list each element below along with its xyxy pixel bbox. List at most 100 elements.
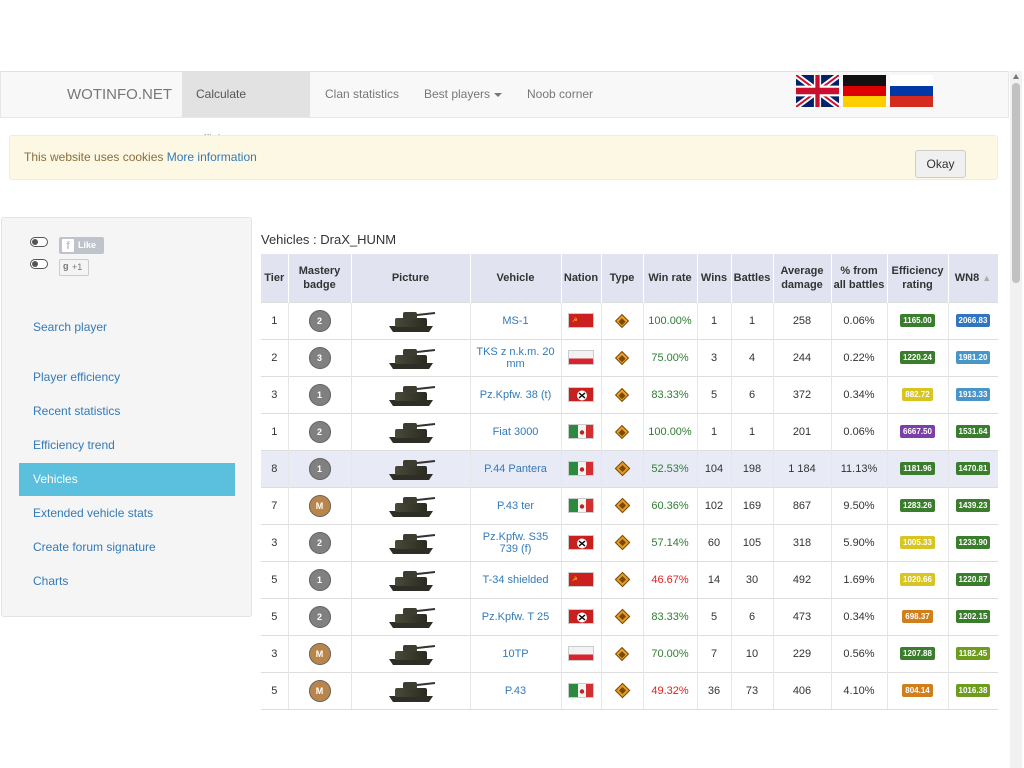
google-plus-button[interactable]: g +1 xyxy=(59,259,89,276)
cell-vehicle-pz38t: Pz.Kpfw. 38 (t) xyxy=(470,375,562,413)
col-header-mastery-badge[interactable]: Mastery badge xyxy=(288,254,352,302)
cookie-okay-button[interactable]: Okay xyxy=(915,150,966,178)
cell-average-damage: 1 184 xyxy=(773,449,832,487)
efficiency-badge: 1181.96 xyxy=(900,462,935,475)
mastery-level: 2 xyxy=(316,315,322,326)
cell-pct-battles: 0.06% xyxy=(831,412,888,450)
cell-battles: 169 xyxy=(731,486,774,524)
nav-calculate-efficiency[interactable]: Calculate efficiency xyxy=(182,72,310,146)
russian-flag-icon[interactable] xyxy=(890,75,933,107)
sidebar-item-efficiency-trend[interactable]: Efficiency trend xyxy=(19,429,235,462)
col-header-battles[interactable]: Battles xyxy=(731,254,774,302)
toggle-switch-fb[interactable] xyxy=(30,237,48,247)
cell-efficiency: 1020.66 xyxy=(887,560,949,598)
light-tank-icon xyxy=(614,646,630,661)
col-header-pct-from-all-battles[interactable]: % from all battles xyxy=(831,254,888,302)
cell-wins: 1 xyxy=(697,301,732,339)
cell-wins: 60 xyxy=(697,523,732,561)
german-flag-icon[interactable] xyxy=(843,75,886,107)
vehicle-link[interactable]: Pz.Kpfw. 38 (t) xyxy=(480,389,552,401)
cell-tier: 2 xyxy=(261,338,289,376)
vehicle-link[interactable]: Pz.Kpfw. S35 739 (f) xyxy=(483,531,548,555)
table-row: 8 1 P.44 Pantera 52.53% 104 198 1 184 11.13% 118… xyxy=(261,449,998,487)
scroll-up-arrow-icon[interactable] xyxy=(1013,74,1019,79)
vehicle-link[interactable]: Fiat 3000 xyxy=(493,426,539,438)
tank-picture-icon xyxy=(388,348,435,369)
sidebar-item-vehicles[interactable]: Vehicles xyxy=(19,463,235,496)
chevron-down-icon xyxy=(494,92,503,97)
brand-logo[interactable]: WOTINFO.NET xyxy=(67,86,172,103)
cell-picture xyxy=(351,560,471,598)
germany-flag-icon xyxy=(568,609,594,624)
vehicle-link[interactable]: P.44 Pantera xyxy=(484,463,547,475)
cell-vehicle-tks: TKS z n.k.m. 20 mm xyxy=(470,338,562,376)
mastery-badge-icon: 2 xyxy=(308,309,331,332)
table-row: 5 2 Pz.Kpfw. T 25 83.33% 5 6 473 0.34% 698.37 120… xyxy=(261,597,998,635)
mastery-badge-icon: 1 xyxy=(308,383,331,406)
nav-noob-corner[interactable]: Noob corner xyxy=(513,72,607,117)
cell-win-rate: 100.00% xyxy=(643,301,698,339)
col-header-win-rate[interactable]: Win rate xyxy=(643,254,698,302)
facebook-like-button[interactable]: f Like xyxy=(59,237,104,254)
col-header-picture[interactable]: Picture xyxy=(351,254,471,302)
vehicle-link[interactable]: Pz.Kpfw. T 25 xyxy=(482,611,549,623)
italy-flag-icon xyxy=(568,424,594,439)
sidebar-item-player-efficiency[interactable]: Player efficiency xyxy=(19,361,235,394)
sidebar-item-recent-statistics[interactable]: Recent statistics xyxy=(19,395,235,428)
col-header-wn8[interactable]: WN8 ▲ xyxy=(948,254,998,302)
efficiency-badge: 1020.66 xyxy=(900,573,935,586)
vehicle-link[interactable]: 10TP xyxy=(502,648,528,660)
col-header-nation[interactable]: Nation xyxy=(561,254,602,302)
toggle-switch-gplus[interactable] xyxy=(30,259,48,269)
cell-battles: 105 xyxy=(731,523,774,561)
vehicle-link[interactable]: P.43 xyxy=(505,685,526,697)
tank-picture-icon xyxy=(388,422,435,443)
table-header-row: Tier Mastery badge Picture Vehicle Natio… xyxy=(261,254,998,302)
sidebar-item-extended-vehicle-stats[interactable]: Extended vehicle stats xyxy=(19,497,235,530)
sidebar-item-charts[interactable]: Charts xyxy=(19,565,235,598)
cell-vehicle-pz-t25: Pz.Kpfw. T 25 xyxy=(470,597,562,635)
nav-clan-statistics[interactable]: Clan statistics xyxy=(311,72,413,117)
cell-vehicle-ms-1: MS-1 xyxy=(470,301,562,339)
cell-type xyxy=(601,375,644,413)
cell-nation xyxy=(561,634,602,672)
cell-mastery: 2 xyxy=(288,597,352,635)
tank-picture-icon xyxy=(388,681,435,702)
mastery-badge-icon: 3 xyxy=(308,346,331,369)
page-scrollbar[interactable] xyxy=(1010,71,1022,768)
col-header-average-damage[interactable]: Average damage xyxy=(773,254,832,302)
wn8-badge: 1913.33 xyxy=(955,388,991,401)
nav-best-players[interactable]: Best players xyxy=(410,72,516,117)
cell-mastery: M xyxy=(288,671,352,709)
cell-tier: 5 xyxy=(261,560,289,598)
col-header-type[interactable]: Type xyxy=(601,254,644,302)
germany-flag-icon xyxy=(568,535,594,550)
cell-mastery: 2 xyxy=(288,523,352,561)
col-header-vehicle[interactable]: Vehicle xyxy=(470,254,562,302)
cell-vehicle-p43-ter: P.43 ter xyxy=(470,486,562,524)
col-header-tier[interactable]: Tier xyxy=(261,254,289,302)
cell-type xyxy=(601,671,644,709)
vehicle-link[interactable]: P.43 ter xyxy=(497,500,534,512)
cell-tier: 8 xyxy=(261,449,289,487)
fb-like-label: Like xyxy=(78,240,97,250)
scrollbar-thumb[interactable] xyxy=(1012,83,1020,283)
col-header-wins[interactable]: Wins xyxy=(697,254,732,302)
sidebar-item-search-player[interactable]: Search player xyxy=(19,311,235,344)
efficiency-badge: 882.72 xyxy=(902,388,933,401)
cookie-more-info-link[interactable]: More information xyxy=(167,150,257,164)
cell-vehicle-t34-shielded: T-34 shielded xyxy=(470,560,562,598)
cell-battles: 6 xyxy=(731,375,774,413)
sidebar-item-create-forum-signature[interactable]: Create forum signature xyxy=(19,531,235,564)
vehicle-link[interactable]: MS-1 xyxy=(502,315,528,327)
col-header-efficiency-rating[interactable]: Efficiency rating xyxy=(887,254,949,302)
cell-mastery: 1 xyxy=(288,449,352,487)
english-flag-icon[interactable] xyxy=(796,75,839,107)
vehicle-link[interactable]: TKS z n.k.m. 20 mm xyxy=(476,346,554,370)
cell-wins: 36 xyxy=(697,671,732,709)
wn8-badge: 1531.64 xyxy=(955,425,991,438)
wn8-badge: 2066.83 xyxy=(955,314,991,327)
vehicle-link[interactable]: T-34 shielded xyxy=(482,574,548,586)
cell-average-damage: 229 xyxy=(773,634,832,672)
cell-mastery: M xyxy=(288,634,352,672)
